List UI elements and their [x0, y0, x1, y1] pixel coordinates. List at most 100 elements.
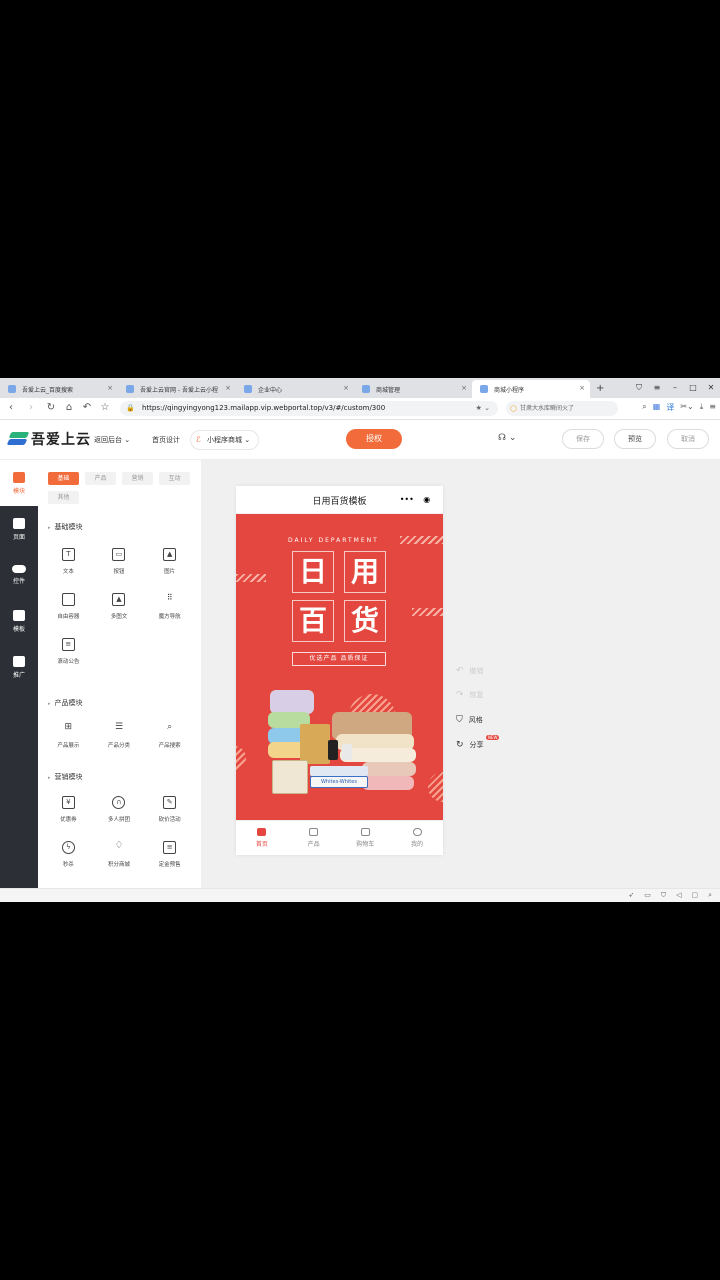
sidebar-item-label: 推广 [12, 671, 25, 679]
download-icon[interactable]: ⤓ [700, 402, 704, 413]
module-presale[interactable]: ≡ 定金预售 [144, 841, 195, 868]
mini-program-capsule[interactable]: ••• ◉ [395, 492, 435, 507]
apps-icon[interactable]: ▦ [653, 402, 661, 413]
bookmark-star-icon[interactable]: ★ ⌄ [476, 401, 490, 416]
forward-icon[interactable]: › [24, 402, 38, 413]
browser-tab[interactable]: 企业中心 × [236, 380, 354, 398]
preview-button[interactable]: 预览 [614, 429, 656, 449]
module-multi-image-text[interactable]: ▲ 多图文 [94, 593, 145, 620]
module-product-display[interactable]: ⊞ 产品展示 [43, 722, 94, 749]
module-magic-nav[interactable]: ⠿ 魔方导航 [144, 593, 195, 620]
lock-icon: 🔒 [126, 404, 135, 412]
module-flash-sale[interactable]: ϟ 秒杀 [43, 841, 94, 868]
button-icon: ▭ [112, 548, 126, 561]
browser-search-text: 甘肃大水库瞬间火了 [520, 405, 575, 412]
target-icon[interactable]: ◉ [423, 495, 430, 504]
style-button[interactable]: ⛉ 风格 [456, 715, 483, 725]
module-bargain[interactable]: ✎ 砍价活动 [144, 796, 195, 823]
browser-search-input[interactable]: ◯ 甘肃大水库瞬间火了 [506, 401, 618, 416]
close-icon[interactable]: × [225, 384, 231, 392]
close-window-icon[interactable]: ✕ [702, 378, 720, 398]
maximize-icon[interactable]: □ [684, 378, 702, 398]
tab-products[interactable]: 产品 [288, 821, 340, 855]
module-product-search[interactable]: ⌕ 产品搜索 [144, 722, 195, 749]
coupon-icon: ¥ [61, 796, 75, 809]
tab-cart[interactable]: 购物车 [340, 821, 392, 855]
tab-home[interactable]: 首页 [236, 821, 288, 855]
module-group-buy[interactable]: ∩ 多人拼团 [94, 796, 145, 823]
shirt-icon[interactable]: ⛉ [630, 378, 648, 398]
module-free-container[interactable]: 自由容器 [43, 593, 94, 620]
stripe-circle-decoration [236, 746, 246, 770]
sidebar-item-pages[interactable]: 页面 [0, 506, 38, 552]
mini-program-select[interactable]: ℰ 小程序商城 ⌄ [190, 430, 260, 450]
more-icon[interactable]: ••• [400, 495, 414, 504]
redo-button[interactable]: ↷ 恢复 [456, 690, 484, 700]
module-product-category[interactable]: ☰ 产品分类 [94, 722, 145, 749]
module-text[interactable]: T 文本 [43, 548, 94, 575]
undo-button[interactable]: ↶ 撤销 [456, 666, 484, 676]
module-notice[interactable]: ≡ 滚动公告 [43, 638, 94, 665]
tab-other[interactable]: 其他 [48, 491, 79, 504]
cancel-button[interactable]: 取消 [667, 429, 709, 449]
tab-product[interactable]: 产品 [85, 472, 116, 485]
module-coupon[interactable]: ¥ 优惠券 [43, 796, 94, 823]
homepage-design-link[interactable]: 首页设计 [152, 435, 180, 445]
new-tab-button[interactable]: + [590, 380, 610, 398]
close-icon[interactable]: × [343, 384, 349, 392]
close-icon[interactable]: × [461, 384, 467, 392]
tab-basic[interactable]: 基础 [48, 472, 79, 485]
tab-mine[interactable]: 我的 [391, 821, 443, 855]
browser-tab-bar: 吾爱上云_百度搜索 × 吾爱上云官网 - 吾爱上云小程 × 企业中心 × 商城管理 × … [0, 378, 720, 398]
tab-title: 商城小程序 [494, 386, 525, 394]
home-icon[interactable]: ⌂ [62, 402, 76, 413]
module-image[interactable]: ▲ 图片 [144, 548, 195, 575]
grid-icon [309, 828, 319, 836]
banner-image[interactable]: DAILY DEPARTMENT 日 用 百 货 优选产品 品质保证 White… [236, 514, 443, 820]
browser-tab[interactable]: 吾爱上云官网 - 吾爱上云小程 × [118, 380, 236, 398]
save-button[interactable]: 保存 [562, 429, 604, 449]
sound-icon[interactable]: ◁ [676, 891, 681, 900]
rocket-icon[interactable]: ➶ [628, 891, 634, 900]
browser-tab[interactable]: 吾爱上云_百度搜索 × [0, 380, 118, 398]
module-button[interactable]: ▭ 按钮 [94, 548, 145, 575]
product-module-grid: ⊞ 产品展示 ☰ 产品分类 ⌕ 产品搜索 [43, 722, 195, 749]
shield-icon[interactable]: ⛉ [661, 891, 666, 900]
scissors-icon[interactable]: ✂⌄ [680, 402, 693, 413]
module-points-mall[interactable]: ♢ 积分商城 [94, 841, 145, 869]
grid-icon: ⊞ [64, 722, 73, 732]
tissue-box-illustration [300, 724, 330, 764]
minimize-icon[interactable]: – [666, 378, 684, 398]
translate-icon[interactable]: 译 [666, 402, 674, 413]
headset-icon[interactable]: ☊ ⌄ [498, 433, 516, 443]
share-button[interactable]: ↻ 分享 NEW [456, 735, 500, 750]
close-icon[interactable]: × [579, 384, 585, 392]
tab-marketing[interactable]: 营销 [122, 472, 153, 485]
page-icon [13, 517, 25, 529]
authorize-button[interactable]: 授权 [346, 429, 402, 449]
sidebar-item-promotion[interactable]: 推广 [0, 644, 38, 690]
menu-icon[interactable]: ≡ [648, 378, 666, 398]
banner-subtitle: DAILY DEPARTMENT [288, 537, 379, 544]
sidebar-item-controls[interactable]: 控件 [0, 552, 38, 598]
back-icon[interactable]: ‹ [4, 402, 18, 413]
sidebar-item-templates[interactable]: 模板 [0, 598, 38, 644]
star-icon[interactable]: ☆ [98, 402, 112, 413]
back-to-admin-link[interactable]: 返回后台 ⌄ [94, 435, 130, 445]
search-icon[interactable]: ⌕ [642, 402, 646, 413]
reload-icon[interactable]: ↻ [44, 402, 58, 413]
search-grid-icon: ⌕ [167, 722, 173, 732]
marketing-module-grid: ¥ 优惠券 ∩ 多人拼团 ✎ 砍价活动 ϟ 秒杀 ♢ 积分商城 ≡ 定金预售 [43, 796, 195, 868]
undo-icon[interactable]: ↶ [80, 402, 94, 413]
tab-interaction[interactable]: 互动 [159, 472, 190, 485]
browser-tab[interactable]: 商城管理 × [354, 380, 472, 398]
monitor-icon[interactable]: ▭ [644, 891, 651, 900]
sidebar-item-modules[interactable]: 模块 [0, 460, 38, 506]
blanket-illustration [362, 762, 416, 776]
close-icon[interactable]: × [107, 384, 113, 392]
window-icon[interactable]: ▢ [691, 891, 698, 900]
zoom-icon[interactable]: ⌕ [708, 891, 712, 900]
menu-icon[interactable]: ≡ [709, 402, 716, 413]
browser-tab-active[interactable]: 商城小程序 × [472, 380, 590, 398]
url-input[interactable]: 🔒 https://qingyingyong123.mailapp.vip.we… [120, 401, 498, 416]
